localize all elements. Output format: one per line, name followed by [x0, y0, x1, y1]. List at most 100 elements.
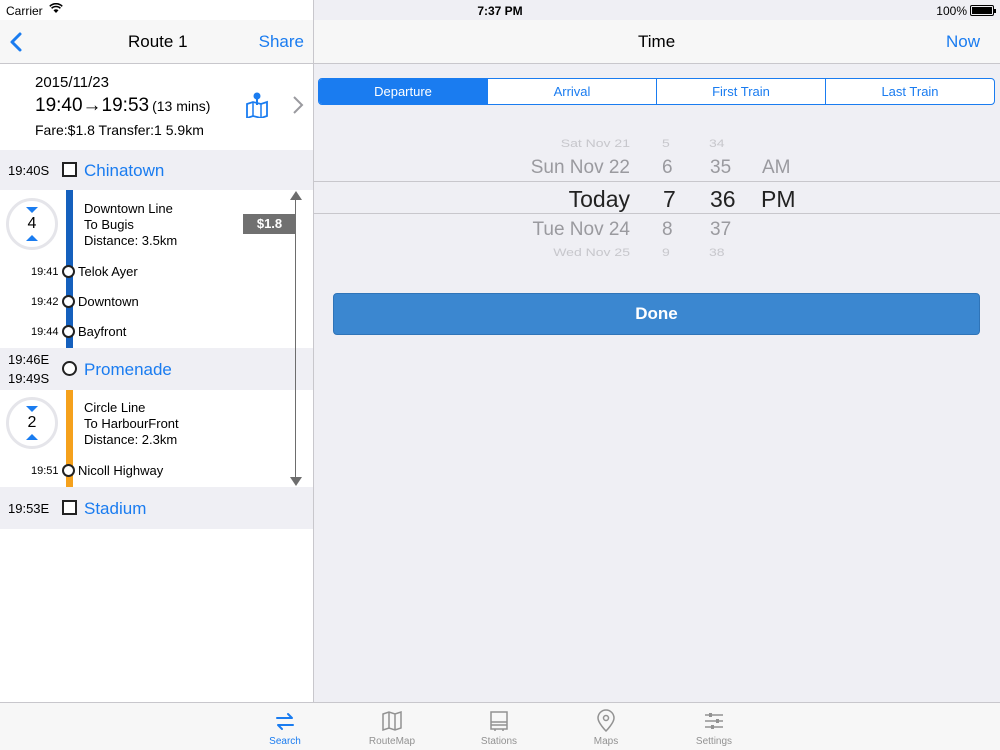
segment-departure[interactable]: Departure	[319, 79, 488, 104]
station-arrival-time: 19:46E	[8, 352, 50, 367]
picker-minute-option[interactable]: 38	[709, 246, 725, 259]
picker-date-option[interactable]: Sat Nov 21	[561, 137, 630, 150]
picker-minute-selected[interactable]: 36	[710, 186, 736, 213]
picker-selection-top-line	[314, 181, 1000, 182]
tab-search[interactable]: Search	[250, 703, 320, 750]
route-fare-transfer: Fare:$1.8 Transfer:1 5.9km	[35, 122, 204, 138]
station-row[interactable]: 19:46E 19:49S Promenade	[0, 348, 313, 390]
line-direction: To Bugis	[84, 217, 134, 232]
picker-hour-option[interactable]: 9	[662, 246, 670, 259]
route-date: 2015/11/23	[35, 74, 109, 91]
picker-hour-selected[interactable]: 7	[663, 186, 676, 213]
line-info: Downtown Line To Bugis Distance: 3.5km	[84, 201, 177, 249]
triangle-down-icon	[26, 207, 38, 213]
chevron-left-icon	[10, 32, 22, 52]
tab-label: Maps	[593, 736, 619, 747]
picker-date-option[interactable]: Wed Nov 25	[553, 246, 630, 259]
line-distance: Distance: 2.3km	[84, 432, 178, 447]
intermediate-stop: 19:51 Nicoll Highway	[0, 463, 313, 479]
route-times: 19:40→19:53 (13 mins)	[35, 95, 210, 117]
mode-segmented-control: Departure Arrival First Train Last Train	[318, 78, 995, 105]
route-duration: (13 mins)	[152, 98, 211, 114]
chevron-right-icon	[292, 95, 304, 120]
picker-ampm-option[interactable]: AM	[762, 157, 791, 179]
back-button[interactable]	[6, 28, 30, 56]
route-time-range: 19:40→19:53	[35, 95, 150, 116]
triangle-up-icon	[26, 434, 38, 440]
stop-time: 19:44	[31, 326, 59, 338]
done-button[interactable]: Done	[333, 293, 980, 335]
route-map-icon[interactable]	[245, 92, 269, 120]
tab-maps[interactable]: Maps	[571, 703, 641, 750]
line-info: Circle Line To HarbourFront Distance: 2.…	[84, 400, 179, 448]
picker-minute-option[interactable]: 35	[710, 157, 731, 179]
picker-date-option[interactable]: Tue Nov 24	[532, 219, 630, 241]
picker-ampm-selected[interactable]: PM	[761, 186, 796, 213]
now-button[interactable]: Now	[946, 32, 980, 52]
fare-tag: $1.8	[243, 214, 296, 234]
time-picker-pane	[314, 0, 1000, 702]
left-navigation-bar: Route 1 Share	[0, 20, 313, 64]
stop-dot-icon	[62, 325, 75, 338]
tab-label: Settings	[695, 736, 733, 747]
clock: 7:37 PM	[477, 4, 523, 18]
picker-minute-option[interactable]: 37	[710, 219, 731, 241]
stop-count-badge: 2	[6, 397, 58, 449]
picker-date-option[interactable]: Sun Nov 22	[531, 157, 630, 179]
maps-pin-icon	[597, 709, 615, 733]
station-time: 19:53E	[8, 501, 50, 516]
picker-date-selected[interactable]: Today	[569, 186, 630, 213]
tab-label: RouteMap	[368, 736, 416, 747]
route-title: Route 1	[128, 32, 188, 51]
station-time: 19:40S	[8, 163, 50, 178]
intermediate-stop: 19:42 Downtown	[0, 294, 313, 310]
station-row[interactable]: 19:53E Stadium	[0, 487, 313, 529]
stop-count-badge: 4	[6, 198, 58, 250]
tab-bar: Search RouteMap Stations Maps Settings	[0, 702, 1000, 750]
picker-hour-option[interactable]: 5	[662, 137, 670, 150]
right-navigation-bar: Time Now	[314, 20, 1000, 64]
triangle-up-icon	[26, 235, 38, 241]
time-title: Time	[638, 32, 676, 51]
stop-dot-icon	[62, 295, 75, 308]
station-name[interactable]: Chinatown	[84, 161, 164, 181]
segment-first-train[interactable]: First Train	[657, 79, 826, 104]
search-route-icon	[276, 713, 294, 730]
tab-stations[interactable]: Stations	[464, 703, 534, 750]
segment-arrival[interactable]: Arrival	[488, 79, 657, 104]
station-row[interactable]: 19:40S Chinatown	[0, 150, 313, 190]
station-endpoint-icon	[62, 500, 77, 515]
line-direction: To HarbourFront	[84, 416, 179, 431]
picker-hour-option[interactable]: 8	[662, 219, 673, 241]
stop-count: 2	[27, 414, 37, 431]
intermediate-stop: 19:41 Telok Ayer	[0, 264, 313, 280]
battery-percent: 100%	[936, 4, 967, 18]
share-button[interactable]: Share	[259, 32, 304, 52]
stop-dot-icon	[62, 265, 75, 278]
triangle-down-icon	[26, 406, 38, 412]
picker-hour-option[interactable]: 6	[662, 157, 673, 179]
tab-settings[interactable]: Settings	[679, 703, 749, 750]
segment-last-train[interactable]: Last Train	[826, 79, 994, 104]
station-name[interactable]: Stadium	[84, 499, 146, 519]
line-distance: Distance: 3.5km	[84, 233, 178, 248]
line-name: Circle Line	[84, 400, 146, 415]
status-bar: Carrier 7:37 PM 100%	[0, 0, 1000, 20]
stop-name: Downtown	[78, 294, 139, 309]
route-summary[interactable]: 2015/11/23 19:40→19:53 (13 mins) Fare:$1.…	[0, 64, 313, 150]
stop-count: 4	[27, 215, 37, 232]
picker-minute-option[interactable]: 34	[709, 137, 725, 150]
datetime-picker[interactable]: Sat Nov 21 Sun Nov 22 Today Tue Nov 24 W…	[314, 130, 1000, 260]
line-name: Downtown Line	[84, 201, 173, 216]
arrow-up-icon	[290, 191, 302, 200]
picker-selection-bottom-line	[314, 213, 1000, 214]
stop-time: 19:51	[31, 465, 59, 477]
stop-name: Bayfront	[78, 324, 127, 339]
tab-label: Search	[269, 736, 301, 747]
tab-routemap[interactable]: RouteMap	[357, 703, 427, 750]
intermediate-stop: 19:44 Bayfront	[0, 324, 313, 340]
stop-name: Telok Ayer	[78, 264, 138, 279]
stop-time: 19:41	[31, 266, 59, 278]
station-name[interactable]: Promenade	[84, 360, 172, 380]
station-endpoint-icon	[62, 162, 77, 177]
